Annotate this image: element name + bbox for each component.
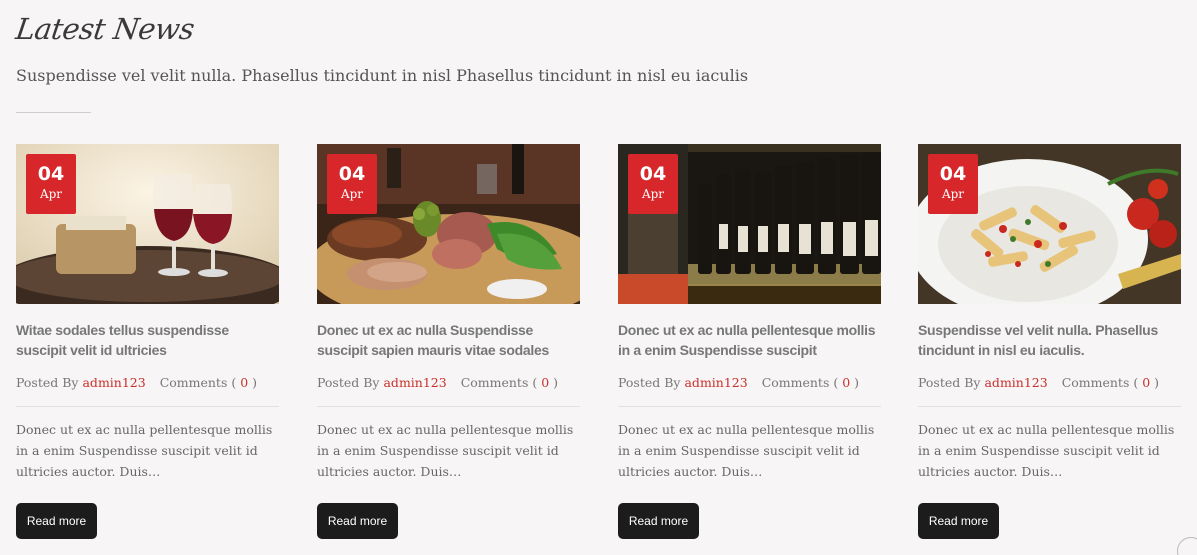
date-badge: 04 Apr — [26, 154, 76, 214]
read-more-button[interactable]: Read more — [317, 503, 398, 539]
date-day: 04 — [37, 163, 65, 185]
news-card: 04 Apr Donec ut ex ac nulla Suspendisse … — [317, 144, 580, 539]
news-card: 04 Apr Donec ut ex ac nulla pellentesque… — [618, 144, 881, 539]
date-day: 04 — [338, 163, 366, 185]
date-day: 04 — [639, 163, 667, 185]
posted-by-label: Posted By — [317, 375, 380, 390]
section-title: Latest News — [13, 12, 197, 46]
comments-close: ) — [252, 375, 258, 390]
scroll-to-top-button[interactable] — [1177, 537, 1197, 555]
date-month: Apr — [941, 187, 965, 201]
author-link[interactable]: admin123 — [82, 375, 145, 390]
author-link[interactable]: admin123 — [383, 375, 446, 390]
news-card: 04 Apr Witae sodales tellus suspendisse … — [16, 144, 279, 539]
posted-by-label: Posted By — [918, 375, 981, 390]
date-badge: 04 Apr — [327, 154, 377, 214]
date-month: Apr — [641, 187, 665, 201]
comments-count-link[interactable]: 0 — [541, 375, 549, 390]
comments-count-link[interactable]: 0 — [1142, 375, 1150, 390]
post-image-charcuterie[interactable]: 04 Apr — [317, 144, 580, 304]
card-divider — [618, 406, 881, 407]
post-title-link[interactable]: Donec ut ex ac nulla Suspendisse suscipi… — [317, 320, 580, 360]
post-meta: Posted By admin123 Comments ( 0 ) — [918, 375, 1181, 390]
date-badge: 04 Apr — [928, 154, 978, 214]
post-title-link[interactable]: Witae sodales tellus suspendisse suscipi… — [16, 320, 279, 360]
news-card: 04 Apr Suspendisse vel velit nulla. Phas… — [918, 144, 1181, 539]
post-excerpt: Donec ut ex ac nulla pellentesque mollis… — [16, 422, 273, 479]
date-day: 04 — [939, 163, 967, 185]
comments-close: ) — [1154, 375, 1160, 390]
author-link[interactable]: admin123 — [684, 375, 747, 390]
post-image-wine-shelf[interactable]: 04 Apr — [618, 144, 881, 304]
read-more-button[interactable]: Read more — [918, 503, 999, 539]
date-badge: 04 Apr — [628, 154, 678, 214]
post-excerpt: Donec ut ex ac nulla pellentesque mollis… — [918, 422, 1175, 479]
posted-by-label: Posted By — [618, 375, 681, 390]
comments-count-link[interactable]: 0 — [240, 375, 248, 390]
date-month: Apr — [39, 187, 63, 201]
comments-label: Comments ( — [1061, 375, 1139, 390]
comments-label: Comments ( — [460, 375, 538, 390]
read-more-button[interactable]: Read more — [16, 503, 97, 539]
latest-news-section: Latest News Suspendisse vel velit nulla.… — [0, 0, 1197, 555]
comments-label: Comments ( — [761, 375, 839, 390]
post-excerpt: Donec ut ex ac nulla pellentesque mollis… — [317, 422, 574, 479]
comments-count-link[interactable]: 0 — [842, 375, 850, 390]
post-meta: Posted By admin123 Comments ( 0 ) — [16, 375, 279, 390]
date-month: Apr — [340, 187, 364, 201]
card-divider — [317, 406, 580, 407]
post-title-link[interactable]: Suspendisse vel velit nulla. Phasellus t… — [918, 320, 1181, 360]
comments-close: ) — [553, 375, 559, 390]
title-divider — [16, 112, 91, 113]
section-subtitle: Suspendisse vel velit nulla. Phasellus t… — [16, 66, 749, 85]
comments-label: Comments ( — [159, 375, 237, 390]
posted-by-label: Posted By — [16, 375, 79, 390]
post-excerpt: Donec ut ex ac nulla pellentesque mollis… — [618, 422, 875, 479]
read-more-button[interactable]: Read more — [618, 503, 699, 539]
comments-close: ) — [854, 375, 860, 390]
post-image-wine-glasses[interactable]: 04 Apr — [16, 144, 279, 304]
post-meta: Posted By admin123 Comments ( 0 ) — [317, 375, 580, 390]
post-meta: Posted By admin123 Comments ( 0 ) — [618, 375, 881, 390]
author-link[interactable]: admin123 — [984, 375, 1047, 390]
post-title-link[interactable]: Donec ut ex ac nulla pellentesque mollis… — [618, 320, 881, 360]
post-image-pasta-dish[interactable]: 04 Apr — [918, 144, 1181, 304]
card-divider — [918, 406, 1181, 407]
card-divider — [16, 406, 279, 407]
